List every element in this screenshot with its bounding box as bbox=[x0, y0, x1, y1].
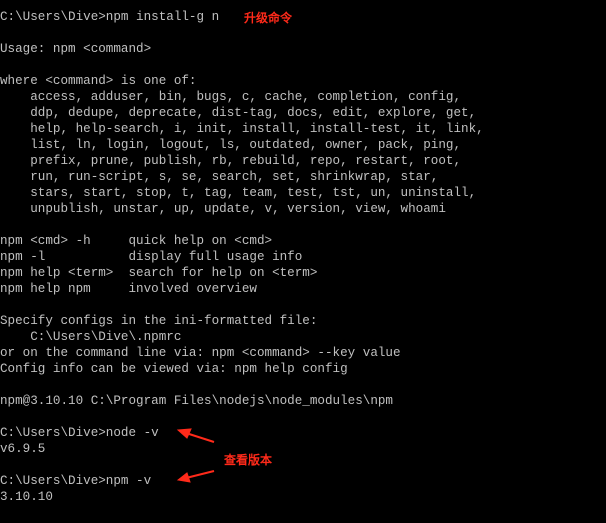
arrow-to-npm-version-icon bbox=[176, 470, 215, 483]
annotation-arrows bbox=[176, 428, 215, 483]
console-window[interactable]: C:\Users\Dive>npm install-g n Usage: npm … bbox=[0, 0, 606, 523]
arrow-to-node-version-icon bbox=[176, 428, 215, 443]
